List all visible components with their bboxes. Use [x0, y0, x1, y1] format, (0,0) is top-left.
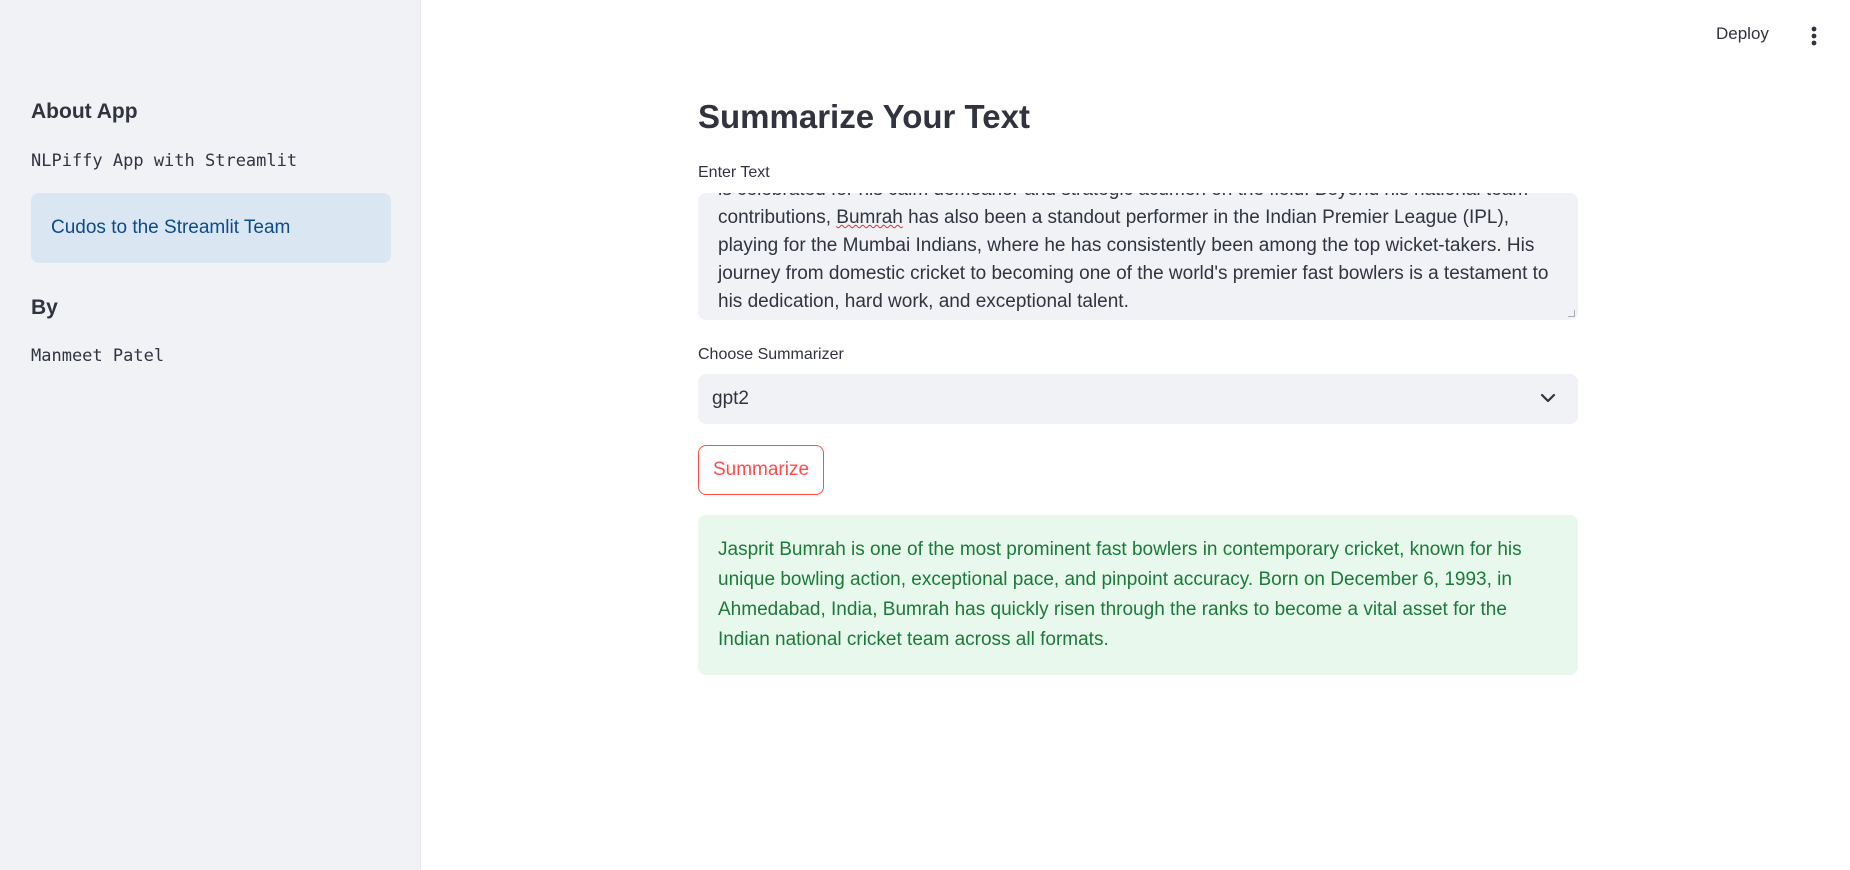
about-text: NLPiffy App with Streamlit	[31, 151, 298, 171]
text-line: contributions, Bumrah has also been a st…	[718, 204, 1554, 232]
text-input-content: is celebrated for his calm demeanor and …	[718, 193, 1554, 320]
text-input-area[interactable]: is celebrated for his calm demeanor and …	[698, 193, 1578, 320]
about-heading: About App	[31, 100, 138, 123]
info-box: Cudos to the Streamlit Team	[31, 193, 391, 263]
vertical-ellipsis-icon[interactable]	[1806, 24, 1822, 48]
text-input-label: Enter Text	[698, 164, 770, 181]
text-line: playing for the Mumbai Indians, where he…	[718, 235, 1535, 256]
misspelled-word: Bumrah	[836, 207, 903, 228]
summarize-button[interactable]: Summarize	[698, 445, 824, 495]
summarizer-selected-value: gpt2	[712, 388, 749, 409]
author-name: Manmeet Patel	[31, 346, 165, 366]
summarizer-select[interactable]: gpt2	[698, 374, 1578, 424]
text-line: journey from domestic cricket to becomin…	[718, 263, 1549, 284]
deploy-button[interactable]: Deploy	[1716, 24, 1769, 44]
summary-result: Jasprit Bumrah is one of the most promin…	[698, 515, 1578, 675]
info-text: Cudos to the Streamlit Team	[51, 217, 291, 238]
summarizer-label: Choose Summarizer	[698, 346, 844, 363]
by-heading: By	[31, 296, 58, 319]
text-line: his dedication, hard work, and exception…	[718, 291, 1129, 312]
text-fragment: has also been a standout performer in th…	[902, 207, 1510, 228]
text-line: is celebrated for his calm demeanor and …	[718, 193, 1554, 204]
resize-handle-icon[interactable]	[1568, 310, 1575, 317]
sidebar: About App NLPiffy App with Streamlit Cud…	[0, 0, 421, 870]
text-fragment: contributions,	[718, 207, 837, 228]
chevron-down-icon	[1540, 393, 1556, 403]
summary-result-text: Jasprit Bumrah is one of the most promin…	[718, 539, 1522, 650]
page-title: Summarize Your Text	[698, 98, 1030, 135]
